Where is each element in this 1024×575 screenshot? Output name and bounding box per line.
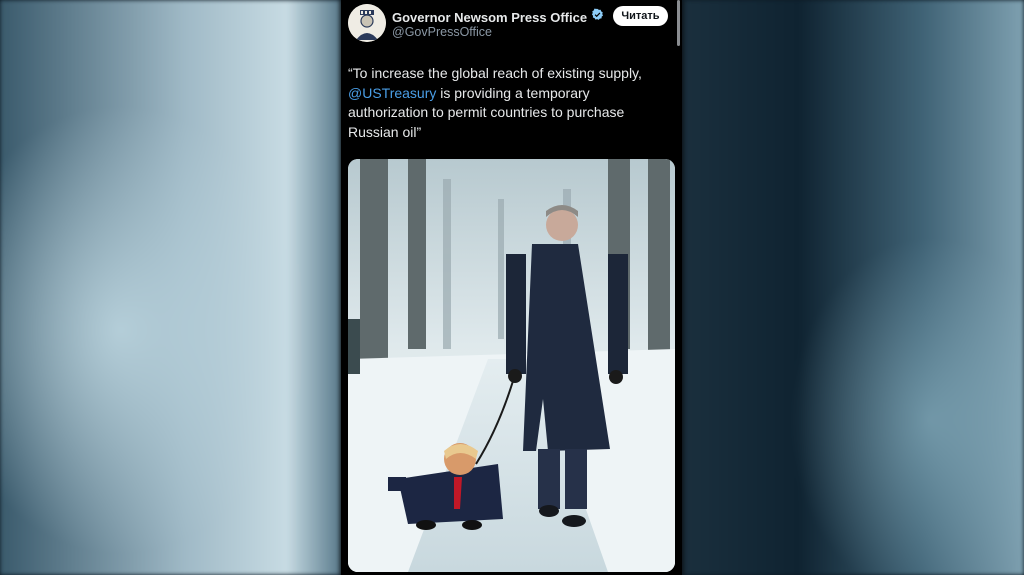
author-name[interactable]: Governor Newsom Press Office [392, 10, 587, 25]
mention-link[interactable]: @USTreasury [348, 85, 436, 101]
author-handle[interactable]: @GovPressOffice [392, 25, 492, 39]
tweet-text: “To increase the global reach of existin… [348, 64, 673, 142]
scrollbar[interactable] [677, 0, 680, 46]
avatar[interactable] [348, 4, 386, 42]
author-row: Governor Newsom Press Office [392, 8, 604, 26]
tweet-media-image[interactable] [348, 159, 675, 572]
verified-badge-icon [591, 8, 604, 26]
tweet-text-part: “To increase the global reach of existin… [348, 65, 642, 81]
follow-button[interactable]: Читать [613, 6, 668, 26]
